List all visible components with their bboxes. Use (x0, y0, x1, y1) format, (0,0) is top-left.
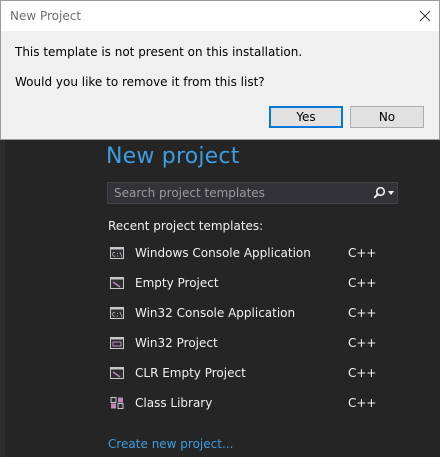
dialog-question: Would you like to remove it from this li… (15, 75, 265, 89)
search-icon (373, 186, 386, 199)
chevron-down-icon (388, 191, 394, 195)
template-item[interactable]: C:\ Win32 Console Application C++ (106, 300, 406, 328)
template-name: CLR Empty Project (135, 366, 246, 380)
left-edge-panel (0, 140, 5, 457)
template-name: Win32 Console Application (135, 306, 296, 320)
win32-project-icon (110, 337, 124, 349)
template-language: C++ (348, 306, 377, 320)
dialog-titlebar: New Project (1, 1, 439, 31)
template-item[interactable]: Empty Project C++ (106, 270, 406, 298)
template-item[interactable]: CLR Empty Project C++ (106, 360, 406, 388)
create-new-project-link[interactable]: Create new project... (108, 437, 233, 451)
dialog-message: This template is not present on this ins… (15, 45, 303, 59)
template-language: C++ (348, 246, 377, 260)
dialog-body: This template is not present on this ins… (1, 31, 439, 139)
template-language: C++ (348, 336, 377, 350)
search-input[interactable]: Search project templates (107, 182, 398, 204)
console-app-icon: C:\ (110, 307, 124, 319)
yes-button[interactable]: Yes (269, 106, 343, 128)
template-name: Empty Project (135, 276, 219, 290)
template-language: C++ (348, 276, 377, 290)
console-app-icon: C:\ (110, 247, 124, 259)
dialog-title: New Project (10, 9, 82, 23)
recent-templates-label: Recent project templates: (108, 219, 264, 233)
template-item[interactable]: C:\ Windows Console Application C++ (106, 240, 406, 268)
template-item[interactable]: Win32 Project C++ (106, 330, 406, 358)
svg-text:C:\: C:\ (112, 312, 123, 319)
search-placeholder: Search project templates (114, 186, 265, 200)
page-title: New project (106, 144, 240, 169)
svg-text:C:\: C:\ (112, 252, 123, 259)
template-language: C++ (348, 366, 377, 380)
template-name: Windows Console Application (135, 246, 311, 260)
empty-project-icon (110, 367, 124, 379)
template-item[interactable]: Class Library C++ (106, 390, 406, 418)
template-name: Class Library (135, 396, 213, 410)
no-button[interactable]: No (350, 106, 424, 128)
template-name: Win32 Project (135, 336, 218, 350)
search-button[interactable] (367, 183, 397, 203)
empty-project-icon (110, 277, 124, 289)
message-dialog: New Project This template is not present… (0, 0, 440, 140)
template-language: C++ (348, 396, 377, 410)
close-icon[interactable] (417, 8, 433, 24)
class-library-icon (110, 397, 124, 409)
